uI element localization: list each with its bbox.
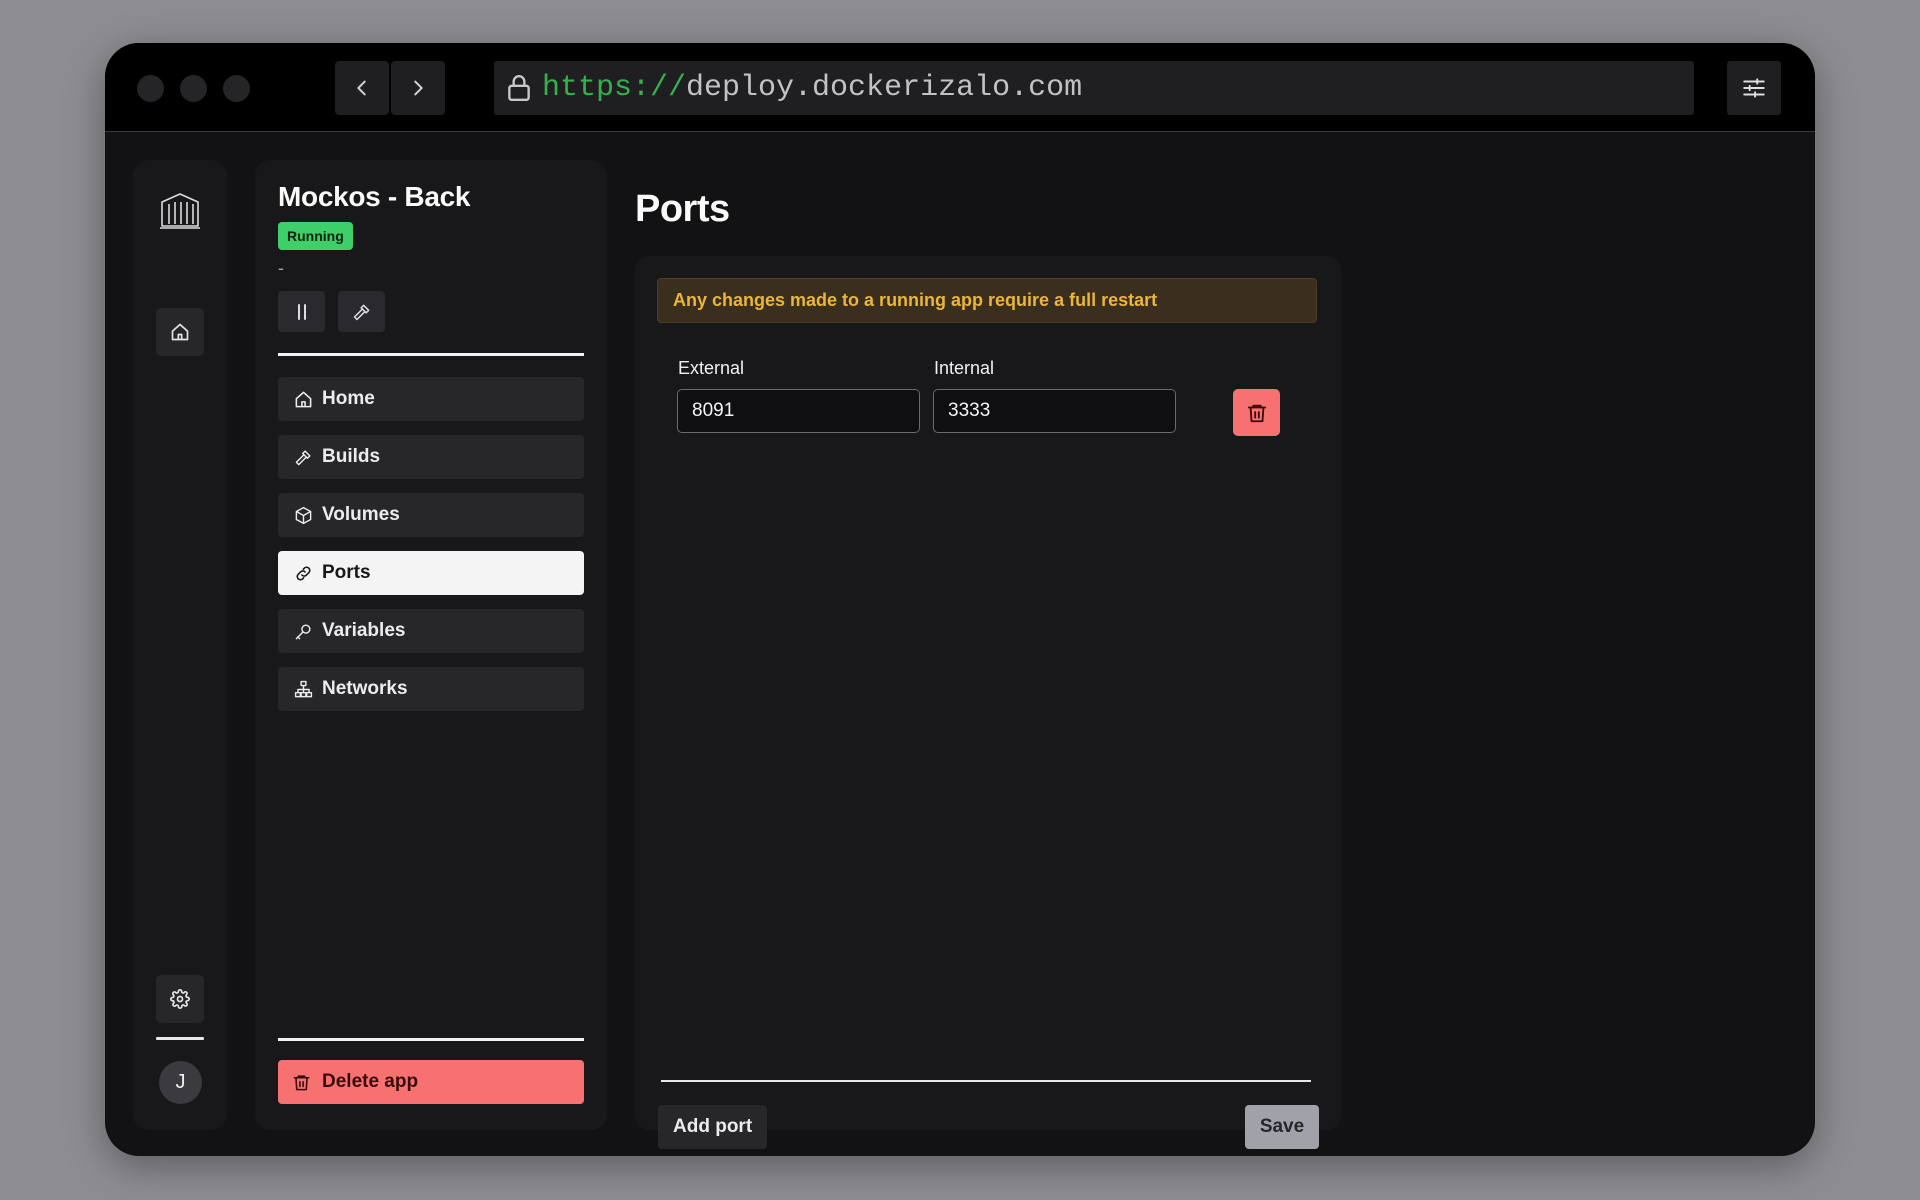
- pause-icon: [297, 303, 306, 320]
- url-host: deploy.dockerizalo.com: [686, 71, 1083, 105]
- app-description: -: [278, 258, 284, 278]
- menu-item-home[interactable]: Home: [278, 377, 584, 421]
- trash-icon: [292, 1071, 314, 1093]
- back-button[interactable]: [335, 61, 389, 115]
- menu-item-label: Ports: [322, 562, 371, 583]
- avatar[interactable]: J: [159, 1061, 202, 1104]
- address-bar[interactable]: https://deploy.dockerizalo.com: [494, 61, 1694, 115]
- browser-settings-button[interactable]: [1727, 61, 1781, 115]
- ports-panel: Any changes made to a running app requir…: [635, 256, 1341, 1149]
- menu-item-builds[interactable]: Builds: [278, 435, 584, 479]
- home-icon: [171, 323, 189, 341]
- save-button[interactable]: Save: [1245, 1105, 1319, 1149]
- sidebar-divider: [278, 353, 584, 356]
- menu-item-networks[interactable]: Networks: [278, 667, 584, 711]
- app-sidebar: Mockos - Back Running - Home Builds Volu…: [255, 160, 607, 1130]
- browser-titlebar: https://deploy.dockerizalo.com: [105, 43, 1815, 132]
- menu-item-label: Networks: [322, 678, 408, 699]
- menu-item-variables[interactable]: Variables: [278, 609, 584, 653]
- hammer-icon: [292, 446, 314, 468]
- key-icon: [292, 620, 314, 642]
- link-icon: [292, 562, 314, 584]
- rail-home-button[interactable]: [156, 308, 204, 356]
- page-title: Ports: [635, 188, 730, 230]
- home-icon: [292, 388, 314, 410]
- building-icon[interactable]: [158, 190, 202, 230]
- app-title: Mockos - Back: [278, 181, 471, 212]
- delete-app-button[interactable]: Delete app: [278, 1060, 584, 1104]
- sidebar-divider: [278, 1038, 584, 1041]
- window-maximize-dot[interactable]: [223, 75, 250, 102]
- add-port-button[interactable]: Add port: [658, 1105, 768, 1149]
- trash-icon: [1247, 404, 1266, 422]
- gear-icon: [170, 989, 190, 1009]
- lock-icon: [506, 73, 532, 103]
- hammer-icon: [353, 304, 369, 320]
- rail-divider: [156, 1037, 204, 1040]
- chevron-left-icon: [357, 80, 366, 96]
- app-menu: Home Builds Volumes Ports Variables Netw…: [278, 377, 584, 725]
- external-port-input[interactable]: [677, 389, 920, 433]
- build-button[interactable]: [338, 291, 385, 332]
- window-minimize-dot[interactable]: [180, 75, 207, 102]
- internal-port-input[interactable]: [933, 389, 1176, 433]
- network-icon: [292, 678, 314, 700]
- menu-item-label: Variables: [322, 620, 406, 641]
- external-port-label: External: [678, 358, 745, 378]
- icon-rail: J: [133, 160, 227, 1130]
- menu-item-label: Volumes: [322, 504, 400, 525]
- window-close-dot[interactable]: [137, 75, 164, 102]
- menu-item-volumes[interactable]: Volumes: [278, 493, 584, 537]
- panel-divider: [661, 1080, 1311, 1082]
- box-icon: [292, 504, 314, 526]
- url-scheme: https://: [542, 71, 687, 105]
- remove-port-button[interactable]: [1233, 389, 1280, 436]
- rail-settings-button[interactable]: [156, 975, 204, 1023]
- browser-window: https://deploy.dockerizalo.com J Mockos …: [105, 43, 1815, 1156]
- internal-port-label: Internal: [934, 358, 995, 378]
- menu-item-label: Builds: [322, 446, 381, 467]
- pause-button[interactable]: [278, 291, 325, 332]
- forward-button[interactable]: [391, 61, 445, 115]
- restart-warning: Any changes made to a running app requir…: [657, 278, 1317, 323]
- sliders-icon: [1743, 78, 1765, 98]
- menu-item-ports[interactable]: Ports: [278, 551, 584, 595]
- status-badge: Running: [278, 222, 353, 250]
- menu-item-label: Home: [322, 388, 375, 409]
- chevron-right-icon: [414, 80, 423, 96]
- delete-app-label: Delete app: [322, 1071, 419, 1092]
